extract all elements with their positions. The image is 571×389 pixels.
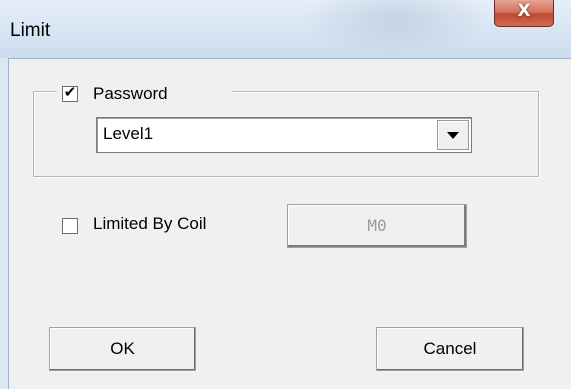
- ok-button[interactable]: OK: [49, 327, 196, 371]
- chevron-down-icon: [447, 132, 459, 139]
- limited-by-coil-checkbox[interactable]: [62, 218, 78, 234]
- password-checkbox[interactable]: ✔: [62, 83, 78, 102]
- coil-address-button[interactable]: M0: [287, 204, 467, 248]
- close-button[interactable]: X: [494, 0, 554, 27]
- password-label[interactable]: Password: [93, 84, 168, 104]
- close-icon: X: [517, 1, 531, 21]
- limit-dialog: Limit X ✔ Password Level1 Limited By Coi…: [0, 0, 571, 389]
- checkmark-icon: ✔: [63, 83, 77, 101]
- limited-by-coil-label[interactable]: Limited By Coil: [93, 214, 206, 234]
- cancel-button[interactable]: Cancel: [376, 327, 524, 371]
- window-title: Limit: [10, 20, 51, 41]
- password-level-select[interactable]: Level1: [96, 117, 472, 153]
- title-bar[interactable]: Limit X: [0, 0, 571, 58]
- dropdown-button[interactable]: [437, 120, 469, 150]
- password-level-value: Level1: [103, 124, 154, 143]
- title-bar-background-blur: [300, 0, 490, 58]
